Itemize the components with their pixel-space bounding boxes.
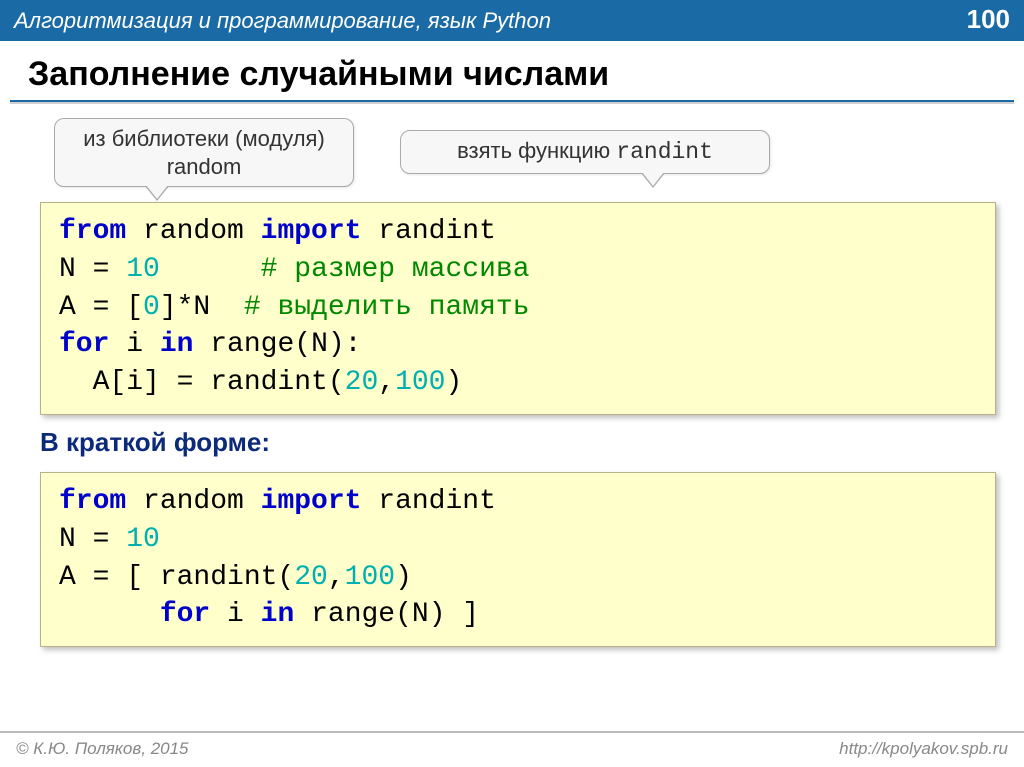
- code-text: ,: [378, 367, 395, 398]
- code-text: [160, 254, 261, 285]
- kw-for: for: [59, 329, 109, 360]
- footer-url: http://kpolyakov.spb.ru: [839, 739, 1008, 759]
- kw-from: from: [59, 216, 126, 247]
- code-text: N =: [59, 254, 126, 285]
- code-text: range(N):: [193, 329, 361, 360]
- callouts: из библиотеки (модуля) random взять функ…: [0, 118, 1024, 188]
- slide-footer: © К.Ю. Поляков, 2015 http://kpolyakov.sp…: [0, 731, 1024, 767]
- kw-from: from: [59, 486, 126, 517]
- code-text: ): [446, 367, 463, 398]
- kw-for: for: [160, 599, 210, 630]
- num-literal: 100: [395, 367, 445, 398]
- code-block-1: from random import randint N = 10 # разм…: [40, 202, 996, 415]
- code-block-2: from random import randint N = 10 A = [ …: [40, 472, 996, 647]
- slide-title: Заполнение случайными числами: [0, 41, 1024, 100]
- subheading: В краткой форме:: [40, 427, 1024, 458]
- kw-in: in: [160, 329, 194, 360]
- code-text: randint: [361, 486, 495, 517]
- code-text: i: [109, 329, 159, 360]
- num-literal: 10: [126, 524, 160, 555]
- code-text: N =: [59, 524, 126, 555]
- num-literal: 10: [126, 254, 160, 285]
- code-text: A[i] = randint(: [59, 367, 345, 398]
- slide: Алгоритмизация и программирование, язык …: [0, 0, 1024, 767]
- callout-left: из библиотеки (модуля) random: [54, 118, 354, 187]
- num-literal: 0: [143, 292, 160, 323]
- callout-left-line1: из библиотеки (модуля): [83, 126, 325, 151]
- kw-import: import: [261, 216, 362, 247]
- num-literal: 20: [294, 562, 328, 593]
- comment: # размер массива: [261, 254, 530, 285]
- code-text: ]*N: [160, 292, 244, 323]
- kw-import: import: [261, 486, 362, 517]
- callout-left-line2: random: [167, 154, 242, 179]
- callout-right: взять функцию randint: [400, 130, 770, 174]
- callout-right-code: randint: [616, 139, 713, 165]
- code-text: random: [126, 216, 260, 247]
- num-literal: 100: [345, 562, 395, 593]
- code-text: A = [ randint(: [59, 562, 294, 593]
- num-literal: 20: [345, 367, 379, 398]
- header-title: Алгоритмизация и программирование, язык …: [14, 8, 551, 34]
- code-text: A = [: [59, 292, 143, 323]
- code-text: ,: [328, 562, 345, 593]
- code-text: random: [126, 486, 260, 517]
- comment: # выделить память: [244, 292, 530, 323]
- title-rule: [10, 100, 1014, 104]
- code-text: range(N) ]: [294, 599, 479, 630]
- page-number: 100: [967, 4, 1010, 35]
- code-text: i: [210, 599, 260, 630]
- kw-in: in: [261, 599, 295, 630]
- code-text: randint: [361, 216, 495, 247]
- footer-copyright: © К.Ю. Поляков, 2015: [16, 739, 189, 759]
- code-text: [59, 599, 160, 630]
- slide-header: Алгоритмизация и программирование, язык …: [0, 0, 1024, 41]
- callout-right-text: взять функцию: [457, 138, 616, 163]
- code-text: ): [395, 562, 429, 593]
